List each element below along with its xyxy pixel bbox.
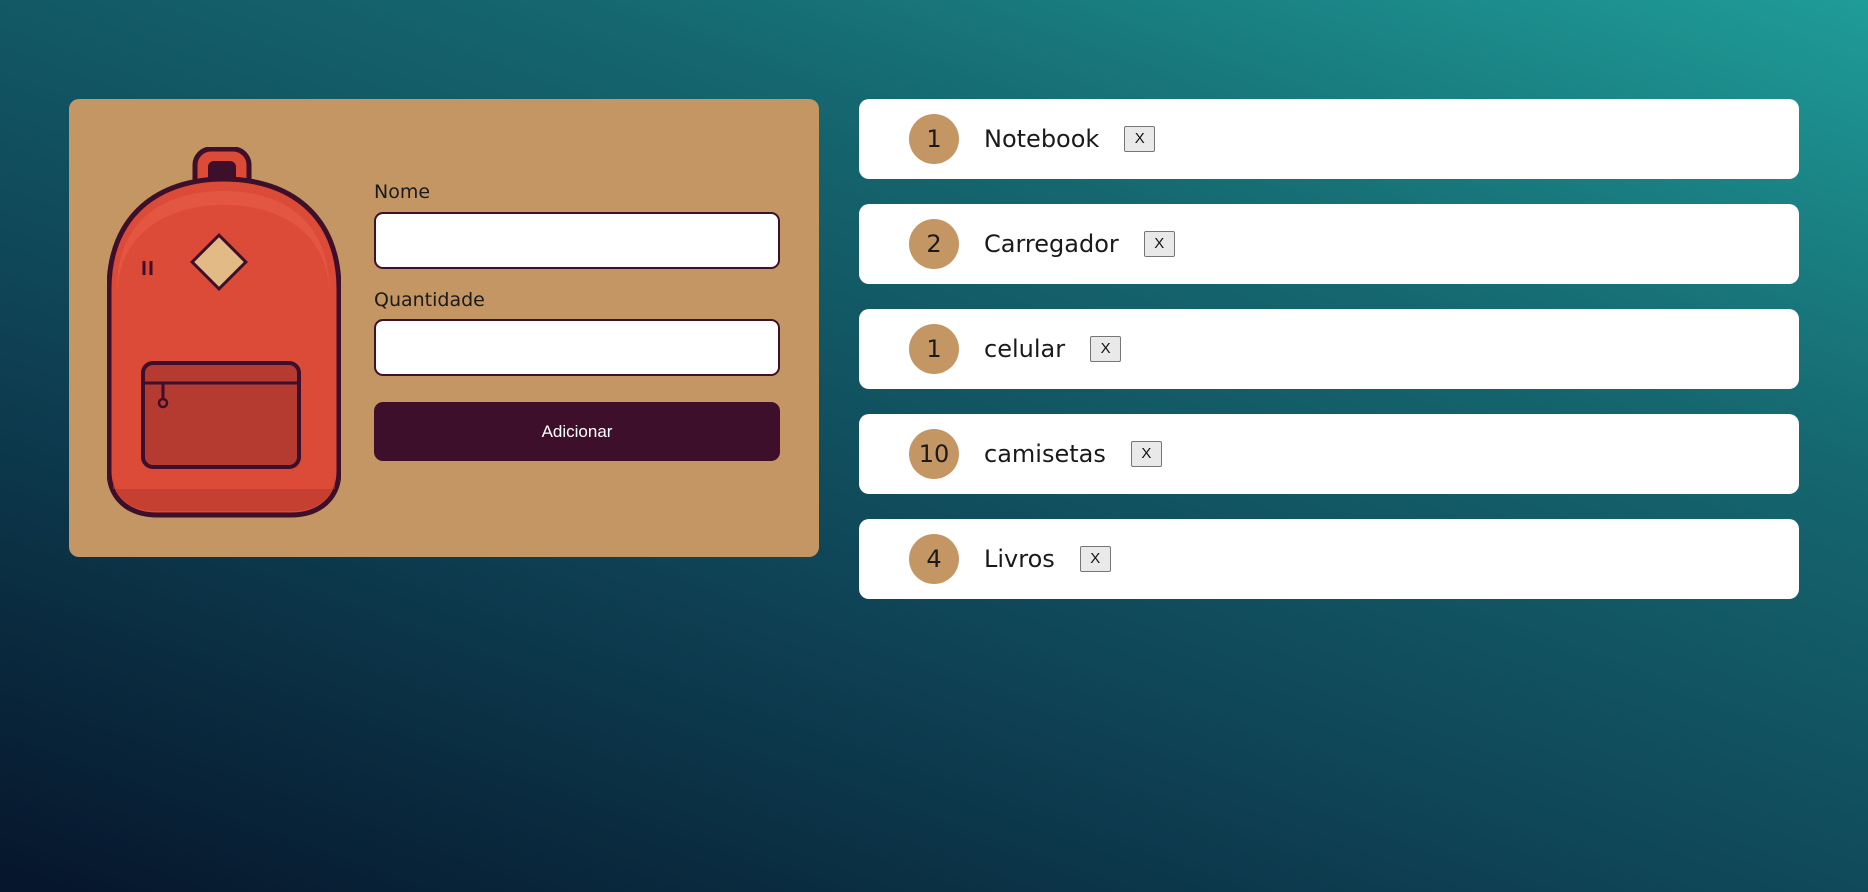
items-list: 1 Notebook X 2 Carregador X 1 celular X … bbox=[859, 99, 1799, 624]
quantity-badge: 4 bbox=[909, 534, 959, 584]
quantity-badge: 1 bbox=[909, 114, 959, 164]
remove-button[interactable]: X bbox=[1090, 336, 1122, 362]
quantity-badge: 2 bbox=[909, 219, 959, 269]
item-name-row: camisetas X bbox=[984, 414, 1162, 494]
name-label: Nome bbox=[374, 181, 431, 203]
add-button[interactable]: Adicionar bbox=[374, 402, 780, 461]
item-name: Notebook bbox=[984, 125, 1100, 153]
add-item-form-card: Nome Quantidade Adicionar bbox=[69, 99, 819, 557]
item-name-row: celular X bbox=[984, 309, 1122, 389]
quantity-label: Quantidade bbox=[374, 289, 485, 311]
quantity-input[interactable] bbox=[374, 319, 780, 376]
item-name-row: Livros X bbox=[984, 519, 1111, 599]
list-item: 1 celular X bbox=[859, 309, 1799, 389]
list-item: 1 Notebook X bbox=[859, 99, 1799, 179]
item-name-row: Notebook X bbox=[984, 99, 1156, 179]
quantity-badge: 1 bbox=[909, 324, 959, 374]
item-name: Livros bbox=[984, 545, 1055, 573]
list-item: 4 Livros X bbox=[859, 519, 1799, 599]
item-name-row: Carregador X bbox=[984, 204, 1175, 284]
item-name: camisetas bbox=[984, 440, 1106, 468]
list-item: 2 Carregador X bbox=[859, 204, 1799, 284]
quantity-badge: 10 bbox=[909, 429, 959, 479]
list-item: 10 camisetas X bbox=[859, 414, 1799, 494]
item-name: Carregador bbox=[984, 230, 1119, 258]
remove-button[interactable]: X bbox=[1124, 126, 1156, 152]
backpack-illustration bbox=[107, 147, 341, 518]
item-name: celular bbox=[984, 335, 1066, 363]
name-input[interactable] bbox=[374, 212, 780, 269]
remove-button[interactable]: X bbox=[1130, 441, 1162, 467]
remove-button[interactable]: X bbox=[1079, 546, 1111, 572]
remove-button[interactable]: X bbox=[1143, 231, 1175, 257]
